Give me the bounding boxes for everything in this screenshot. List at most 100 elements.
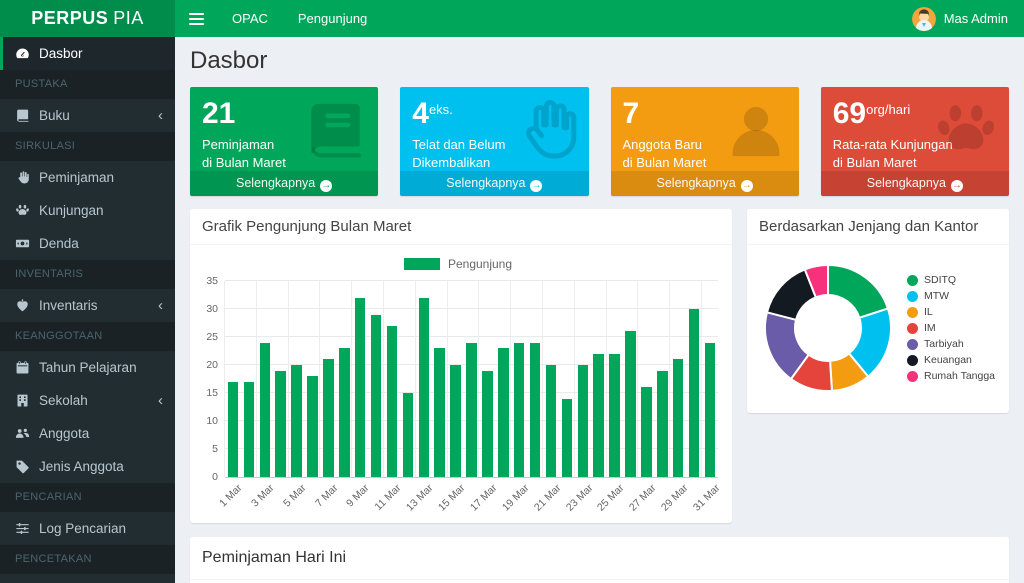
gridline bbox=[669, 281, 670, 477]
legend-item-label: Rumah Tangga bbox=[924, 370, 995, 382]
sidebar-item-sekolah[interactable]: Sekolah‹ bbox=[0, 384, 175, 417]
stat-card-body: 4eks. Telat dan BelumDikembalikan bbox=[400, 87, 588, 171]
bar-21-mar bbox=[546, 365, 556, 477]
legend-dot bbox=[907, 355, 918, 366]
sidebar-item-label: Anggota bbox=[39, 426, 89, 441]
topbar: PERPUS PIA OPAC Pengunjung Mas A bbox=[0, 0, 1024, 37]
loans-today-panel: Peminjaman Hari Ini NoKode PinjamNama An… bbox=[190, 537, 1009, 583]
gridline bbox=[225, 336, 718, 337]
stat-card-body: 21 Peminjamandi Bulan Maret bbox=[190, 87, 378, 171]
jenjang-donut-title: Berdasarkan Jenjang dan Kantor bbox=[747, 209, 1009, 245]
brand-logo[interactable]: PERPUS PIA bbox=[0, 0, 175, 37]
bar-30-mar bbox=[689, 309, 699, 477]
stat-card-more-link[interactable]: Selengkapnya→ bbox=[190, 171, 378, 196]
legend-dot bbox=[907, 307, 918, 318]
donut-legend: SDITQMTWILIMTarbiyahKeuanganRumah Tangga bbox=[907, 270, 995, 386]
bar-20-mar bbox=[530, 343, 540, 477]
y-axis-tick: 30 bbox=[206, 303, 218, 315]
bar-7-mar bbox=[323, 359, 333, 477]
avatar bbox=[912, 7, 936, 31]
sidebar-section-header: INVENTARIS bbox=[0, 260, 175, 289]
donut-legend-item: Tarbiyah bbox=[907, 338, 995, 350]
bar-31-mar bbox=[705, 343, 715, 477]
hamburger-menu-icon[interactable] bbox=[175, 0, 217, 37]
sidebar-item-label: Jenis Anggota bbox=[39, 459, 124, 474]
bar-6-mar bbox=[307, 376, 317, 477]
legend-swatch bbox=[404, 258, 440, 270]
gridline bbox=[224, 281, 225, 477]
user-menu[interactable]: Mas Admin bbox=[912, 7, 1024, 31]
y-axis-tick: 20 bbox=[206, 359, 218, 371]
sidebar: DasborPUSTAKABuku‹SIRKULASIPeminjamanKun… bbox=[0, 37, 175, 583]
sidebar-item-tahun-pelajaran[interactable]: Tahun Pelajaran bbox=[0, 351, 175, 384]
bar-25-mar bbox=[609, 354, 619, 477]
jenjang-donut-panel: Berdasarkan Jenjang dan Kantor SDITQMTWI… bbox=[747, 209, 1009, 413]
sidebar-item-dasbor[interactable]: Dasbor bbox=[0, 37, 175, 70]
sidebar-item-log-pencarian[interactable]: Log Pencarian bbox=[0, 512, 175, 545]
stat-card-body: 7 Anggota Barudi Bulan Maret bbox=[611, 87, 799, 171]
legend-label: Pengunjung bbox=[448, 257, 512, 271]
legend-dot bbox=[907, 339, 918, 350]
book-icon bbox=[302, 97, 368, 163]
nav-link-opac[interactable]: OPAC bbox=[217, 0, 283, 37]
legend-dot bbox=[907, 275, 918, 286]
sidebar-section-header: PENCETAKAN bbox=[0, 545, 175, 574]
bar-10-mar bbox=[371, 315, 381, 477]
sidebar-item-peminjaman[interactable]: Peminjaman bbox=[0, 161, 175, 194]
arrow-circle-right-icon: → bbox=[530, 180, 542, 192]
sidebar-item-kunjungan[interactable]: Kunjungan bbox=[0, 194, 175, 227]
sidebar-section-header: PENCARIAN bbox=[0, 483, 175, 512]
main-content: Dasbor 21 Peminjamandi Bulan Maret Selen… bbox=[175, 37, 1024, 583]
tag-icon bbox=[15, 459, 30, 474]
sidebar-item-denda[interactable]: Denda bbox=[0, 227, 175, 260]
bar-12-mar bbox=[403, 393, 413, 477]
stat-card-more-link[interactable]: Selengkapnya→ bbox=[821, 171, 1009, 196]
stat-card-more-link[interactable]: Selengkapnya→ bbox=[611, 171, 799, 196]
bar-1-mar bbox=[228, 382, 238, 477]
gridline bbox=[478, 281, 479, 477]
gridline bbox=[574, 281, 575, 477]
stat-card-unit: org/hari bbox=[866, 102, 910, 117]
hand-icon bbox=[15, 170, 30, 185]
y-axis-tick: 25 bbox=[206, 331, 218, 343]
stat-card-unit: eks. bbox=[429, 102, 453, 117]
bar-5-mar bbox=[291, 365, 301, 477]
sidebar-section-header: PUSTAKA bbox=[0, 70, 175, 99]
book-icon bbox=[15, 108, 30, 123]
donut-legend-item: Keuangan bbox=[907, 354, 995, 366]
money-icon bbox=[15, 236, 30, 251]
sidebar-item-buku[interactable]: Buku‹ bbox=[0, 99, 175, 132]
paw-icon bbox=[15, 203, 30, 218]
gridline bbox=[351, 281, 352, 477]
legend-item-label: IL bbox=[924, 306, 933, 318]
bar-8-mar bbox=[339, 348, 349, 477]
gridline bbox=[701, 281, 702, 477]
bar-11-mar bbox=[387, 326, 397, 477]
nav-link-pengunjung[interactable]: Pengunjung bbox=[283, 0, 382, 37]
page-title: Dasbor bbox=[190, 47, 1009, 75]
gridline bbox=[542, 281, 543, 477]
app-window: PERPUS PIA OPAC Pengunjung Mas A bbox=[0, 0, 1024, 583]
gridline bbox=[415, 281, 416, 477]
sidebar-item-label: Denda bbox=[39, 236, 79, 251]
stat-card-telat-dan-belum: 4eks. Telat dan BelumDikembalikan Seleng… bbox=[400, 87, 588, 196]
sidebar-item-anggota[interactable]: Anggota bbox=[0, 417, 175, 450]
sidebar-item-inventaris[interactable]: Inventaris‹ bbox=[0, 289, 175, 322]
stat-card-anggota-baru: 7 Anggota Barudi Bulan Maret Selengkapny… bbox=[611, 87, 799, 196]
sliders-icon bbox=[15, 521, 30, 536]
donut-legend-item: IL bbox=[907, 306, 995, 318]
user-name: Mas Admin bbox=[944, 11, 1008, 26]
loans-today-title: Peminjaman Hari Ini bbox=[190, 537, 1009, 580]
sidebar-item-label: Tahun Pelajaran bbox=[39, 360, 137, 375]
stat-card-more-link[interactable]: Selengkapnya→ bbox=[400, 171, 588, 196]
chevron-left-icon: ‹ bbox=[158, 298, 163, 313]
sidebar-item-jenis-anggota[interactable]: Jenis Anggota bbox=[0, 450, 175, 483]
brand-bold: PERPUS bbox=[31, 8, 108, 29]
arrow-circle-right-icon: → bbox=[320, 180, 332, 192]
stat-cards-row: 21 Peminjamandi Bulan Maret Selengkapnya… bbox=[190, 87, 1009, 196]
bar-3-mar bbox=[260, 343, 270, 477]
y-axis-tick: 10 bbox=[206, 415, 218, 427]
gridline bbox=[256, 281, 257, 477]
building-icon bbox=[15, 393, 30, 408]
visitors-bar-chart: Pengunjung 05101520253035 1 Mar3 Mar5 Ma… bbox=[190, 245, 732, 523]
